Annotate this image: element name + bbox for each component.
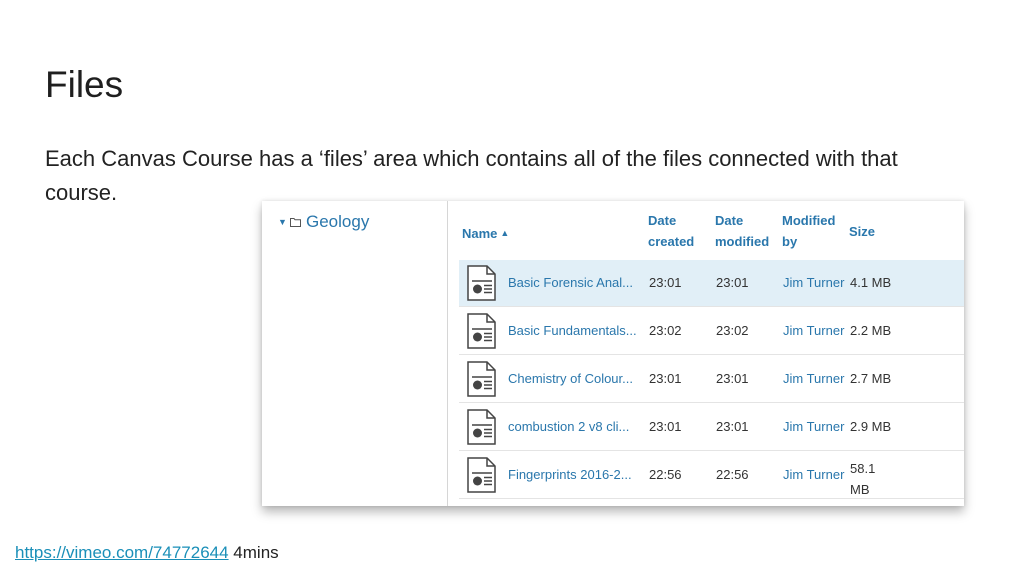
column-header-label: Modified [782, 213, 836, 228]
file-date-created: 23:01 [649, 275, 682, 290]
file-document-icon [467, 265, 497, 306]
file-size: 2.7 MB [850, 371, 892, 386]
file-date-created: 23:01 [649, 419, 682, 434]
slide-body-text: Each Canvas Course has a ‘files’ area wh… [45, 146, 898, 205]
column-header-size-label: Size [849, 224, 876, 239]
file-row[interactable]: Basic Forensic Anal... 23:01 23:01 Jim Turn… [459, 260, 964, 307]
file-name-link[interactable]: combustion 2 v8 cli... [508, 419, 629, 434]
column-header-label: modified [715, 234, 770, 249]
file-date-modified: 23:01 [716, 275, 749, 290]
file-modified-by-link[interactable]: Jim Turner [783, 419, 844, 434]
column-header-label: created [648, 234, 695, 249]
column-header-date-created[interactable]: Date created [648, 210, 694, 252]
file-modified-by-link[interactable]: Jim Turner [783, 371, 844, 386]
file-name-link[interactable]: Chemistry of Colour... [508, 371, 633, 386]
folder-icon [290, 217, 301, 227]
file-date-modified: 23:01 [716, 371, 749, 386]
file-document-icon [467, 457, 497, 498]
column-header-name-label: Name [462, 226, 498, 241]
folder-tree-pane: ▼ Geology [262, 201, 448, 506]
file-modified-by-link[interactable]: Jim Turner [783, 467, 844, 482]
file-size: 2.9 MB [850, 419, 892, 434]
video-duration: 4mins [228, 543, 279, 562]
file-date-modified: 22:56 [716, 467, 749, 482]
sort-ascending-icon: ▲ [500, 228, 510, 238]
file-date-created: 23:01 [649, 371, 682, 386]
column-header-modified-by[interactable]: Modified by [782, 210, 835, 252]
file-date-created: 22:56 [649, 467, 682, 482]
column-header-name[interactable]: Name ▲ [462, 223, 509, 244]
file-row[interactable]: Basic Fundamentals... 23:02 23:02 Jim Turne… [459, 308, 964, 355]
file-size: 58.1 MB [850, 461, 876, 497]
file-row[interactable]: Chemistry of Colour... 23:01 23:01 Jim Turn… [459, 356, 964, 403]
footer-source: https://vimeo.com/74772644 4mins [15, 543, 279, 563]
file-date-created: 23:02 [649, 323, 682, 338]
file-date-modified: 23:01 [716, 419, 749, 434]
file-date-modified: 23:02 [716, 323, 749, 338]
file-modified-by-link[interactable]: Jim Turner [783, 323, 844, 338]
folder-node-geology[interactable]: ▼ Geology [278, 212, 369, 232]
triangle-down-icon[interactable]: ▼ [278, 217, 290, 227]
file-size: 2.2 MB [850, 323, 892, 338]
column-header-label: by [782, 234, 798, 249]
column-header-label: Date [648, 213, 677, 228]
file-document-icon [467, 409, 497, 450]
folder-name: Geology [306, 212, 370, 231]
file-document-icon [467, 361, 497, 402]
files-list-pane: Name ▲ Date created Date modified Modifie… [448, 201, 964, 506]
file-name-link[interactable]: Basic Forensic Anal... [508, 275, 633, 290]
file-name-link[interactable]: Fingerprints 2016-2... [508, 467, 632, 482]
slide-title: Files [45, 64, 124, 105]
column-header-label: Date [715, 213, 744, 228]
file-row[interactable]: combustion 2 v8 cli... 23:01 23:01 Jim Turn… [459, 404, 964, 451]
file-name-link[interactable]: Basic Fundamentals... [508, 323, 637, 338]
file-row[interactable]: Fingerprints 2016-2... 22:56 22:56 Jim Turn… [459, 452, 964, 499]
file-document-icon [467, 313, 497, 354]
file-size: 4.1 MB [850, 275, 892, 290]
column-header-date-modified[interactable]: Date modified [715, 210, 769, 252]
video-link[interactable]: https://vimeo.com/74772644 [15, 543, 229, 562]
canvas-files-screenshot: ▼ Geology Name ▲ Date created Date modifi… [262, 201, 964, 506]
column-header-size[interactable]: Size [849, 221, 875, 242]
file-modified-by-link[interactable]: Jim Turner [783, 275, 844, 290]
